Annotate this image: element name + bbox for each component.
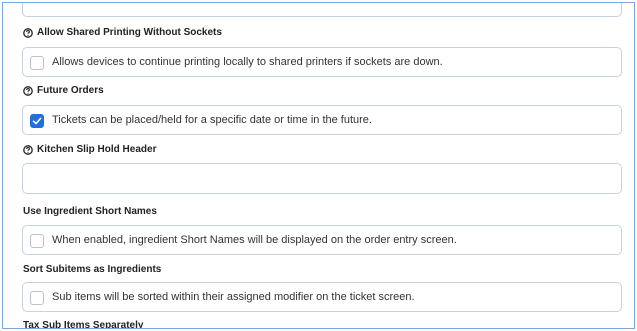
ingredient-short-names-description: When enabled, ingredient Short Names wil… (52, 234, 457, 246)
shared-printing-checkbox[interactable] (30, 56, 44, 70)
sort-subitems-option[interactable]: Sub items will be sorted within their as… (22, 282, 622, 312)
setting-label-text: Kitchen Slip Hold Header (37, 144, 157, 155)
setting-label-ingredient-short-names: Use Ingredient Short Names (23, 206, 157, 217)
ingredient-short-names-checkbox[interactable] (30, 234, 44, 248)
sort-subitems-checkbox[interactable] (30, 291, 44, 305)
setting-label-text: Future Orders (37, 85, 104, 96)
setting-label-tax-sub-items: Tax Sub Items Separately (23, 320, 144, 329)
question-circle-icon[interactable] (23, 144, 33, 155)
question-circle-icon[interactable] (23, 27, 33, 38)
previous-setting-field[interactable] (22, 3, 622, 17)
setting-label-text: Use Ingredient Short Names (23, 206, 157, 217)
ingredient-short-names-option[interactable]: When enabled, ingredient Short Names wil… (22, 225, 622, 255)
setting-label-text: Tax Sub Items Separately (23, 320, 144, 329)
kitchen-slip-hold-header-input[interactable] (22, 163, 622, 194)
future-orders-checkbox[interactable] (30, 114, 44, 128)
setting-label-text: Allow Shared Printing Without Sockets (37, 27, 222, 38)
setting-label-shared-printing: Allow Shared Printing Without Sockets (23, 27, 222, 38)
shared-printing-option[interactable]: Allows devices to continue printing loca… (22, 47, 622, 77)
settings-panel: Allow Shared Printing Without Sockets Al… (2, 2, 635, 329)
setting-label-future-orders: Future Orders (23, 85, 104, 96)
checkmark-icon (32, 117, 42, 125)
setting-label-sort-subitems: Sort Subitems as Ingredients (23, 264, 161, 275)
shared-printing-description: Allows devices to continue printing loca… (52, 56, 443, 68)
future-orders-option[interactable]: Tickets can be placed/held for a specifi… (22, 105, 622, 135)
future-orders-description: Tickets can be placed/held for a specifi… (52, 114, 372, 126)
setting-label-kitchen-slip: Kitchen Slip Hold Header (23, 144, 156, 155)
question-circle-icon[interactable] (23, 85, 33, 96)
setting-label-text: Sort Subitems as Ingredients (23, 264, 162, 275)
sort-subitems-description: Sub items will be sorted within their as… (52, 291, 415, 303)
